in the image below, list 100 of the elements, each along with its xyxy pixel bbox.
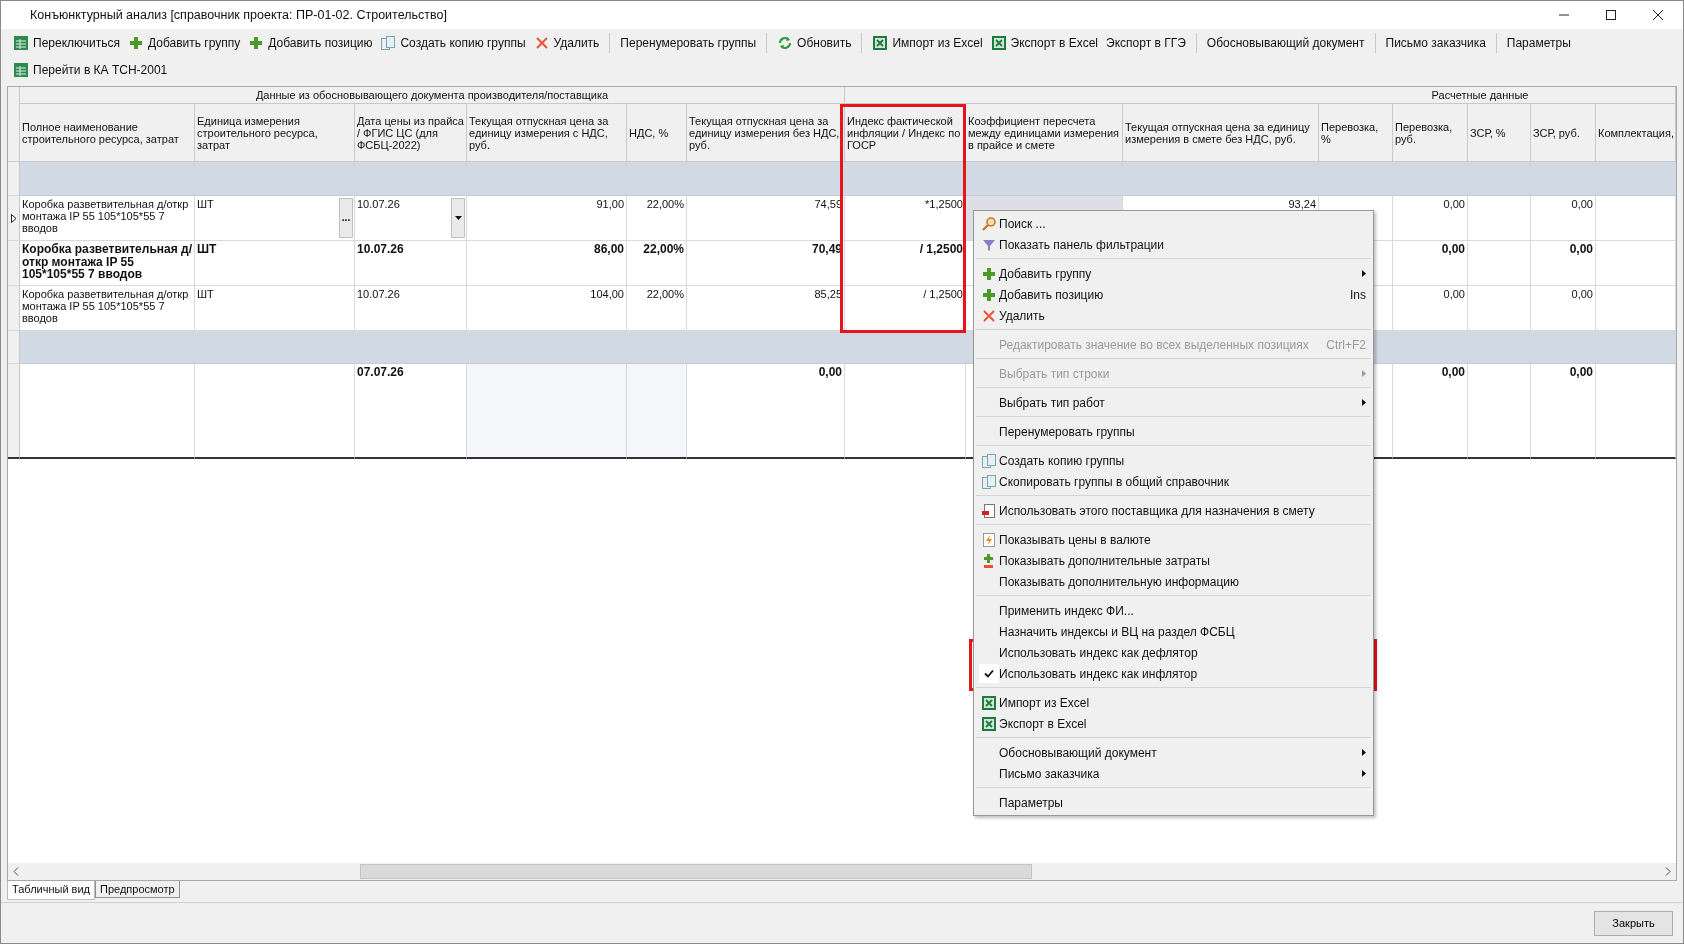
menu-item[interactable]: Использовать индекс как дефлятор (974, 642, 1373, 663)
column-header[interactable]: Текущая отпускная цена за единицу измерения с НДС, руб. (467, 104, 627, 162)
column-header[interactable]: ЗСР, % (1468, 104, 1531, 162)
spreadsheet-x-icon (990, 34, 1007, 51)
column-header[interactable]: Перевозка, руб. (1393, 104, 1468, 162)
menu-item[interactable]: Импорт из Excel (974, 692, 1373, 713)
toolbar-button[interactable]: Обновить (773, 30, 856, 55)
table-cell: 22,00% (627, 241, 687, 286)
column-header[interactable]: Индекс фактической инфляции / Индекс по ГОСР (845, 104, 966, 162)
column-header[interactable]: Комплектация, (1596, 104, 1676, 162)
table-cell: 0,00 (1531, 364, 1596, 459)
caret-icon (454, 216, 462, 220)
column-header[interactable]: Текущая отпускная цена за единицу измерения без НДС, руб. (687, 104, 845, 162)
column-group-header: Данные из обосновывающего документа производителя/поставщика (20, 87, 845, 104)
table-cell: 0,00 (1393, 364, 1468, 459)
column-header[interactable]: Полное наименование строительного ресурса, затрат (20, 104, 195, 162)
table-cell: ШТ (195, 241, 355, 286)
menu-item[interactable]: Добавить позицию Ins (974, 284, 1373, 305)
menu-item[interactable]: Использовать индекс как инфлятор (974, 663, 1373, 684)
table-cell: 0,00 (1393, 241, 1468, 286)
empty-cell (1468, 241, 1531, 286)
horizontal-scrollbar[interactable] (8, 863, 1676, 880)
submenu-arrow-icon (1362, 270, 1366, 277)
plus-icon (128, 34, 144, 51)
document-bolt-icon (981, 531, 997, 548)
toolbar-button[interactable]: Переключиться (9, 30, 124, 55)
copy-icon (981, 473, 997, 490)
menu-item[interactable]: Выбрать тип работ (974, 392, 1373, 413)
menu-item[interactable]: Письмо заказчика (974, 763, 1373, 784)
window-title: Конъюнктурный анализ [справочник проекта: ПР-01-02. Строительство] (30, 8, 447, 22)
column-header[interactable]: Перевозка, % (1319, 104, 1393, 162)
view-tab[interactable]: Табличный вид (7, 881, 96, 900)
scrollbar-thumb[interactable] (360, 864, 1032, 879)
toolbar-button[interactable]: Перейти в КА ТСН-2001 (9, 57, 172, 82)
menu-item[interactable]: Назначить индексы и ВЦ на раздел ФСБЦ (974, 621, 1373, 642)
column-group-header: Расчетные данные (845, 87, 1676, 104)
table-cell: 86,00 (467, 241, 627, 286)
ellipsis-button[interactable]: ... (339, 198, 353, 238)
column-header[interactable]: НДС, % (627, 104, 687, 162)
submenu-arrow-icon (1362, 749, 1366, 756)
table-cell: 0,00 (1531, 241, 1596, 286)
spreadsheet-x-icon (981, 715, 997, 732)
cell-text: 10.07.26 (357, 198, 400, 210)
table-cell: 0,00 (687, 364, 845, 459)
table-cell: 91,00 (467, 196, 627, 241)
toolbar-button[interactable]: Обосновывающий документ (1202, 30, 1369, 55)
column-header[interactable]: Единица измерения строительного ресурса, затрат (195, 104, 355, 162)
dropdown-button[interactable] (451, 198, 465, 238)
plus-icon (981, 286, 997, 303)
cell-text: ШТ (197, 198, 214, 210)
scroll-right-icon[interactable] (1665, 867, 1671, 876)
menu-item[interactable]: Удалить (974, 305, 1373, 326)
submenu-arrow-icon (1362, 770, 1366, 777)
column-header[interactable]: ЗСР, руб. (1531, 104, 1596, 162)
menu-item[interactable]: Перенумеровать группы (974, 421, 1373, 442)
close-icon[interactable] (1652, 9, 1664, 21)
view-tab[interactable]: Предпросмотр (95, 881, 180, 898)
cross-icon (981, 307, 997, 324)
scroll-left-icon[interactable] (13, 867, 19, 876)
menu-item[interactable]: Применить индекс ФИ... (974, 600, 1373, 621)
spreadsheet-x-icon (981, 694, 997, 711)
spreadsheet-x-icon (872, 34, 889, 51)
current-row-icon (10, 213, 17, 223)
row-header[interactable] (8, 196, 20, 241)
menu-item[interactable]: Создать копию группы (974, 450, 1373, 471)
toolbar-button[interactable]: Параметры (1502, 30, 1575, 55)
menu-item[interactable]: Показывать дополнительную информацию (974, 571, 1373, 592)
menu-item[interactable]: Добавить группу (974, 263, 1373, 284)
copy-icon (981, 452, 997, 469)
empty-cell (1468, 196, 1531, 241)
table-cell: Коробка разветвительная д/откр монтажа IP 55 105*105*55 7 вводов (20, 241, 195, 286)
submenu-arrow-icon (1362, 370, 1366, 377)
toolbar-button[interactable]: Удалить (529, 30, 604, 55)
plus-icon (248, 34, 265, 51)
toolbar-button[interactable]: Перенумеровать группы (616, 30, 761, 55)
table-cell: 0,00 (1393, 196, 1468, 241)
column-header[interactable]: Дата цены из прайса / ФГИС ЦС (для ФСБЦ-2022) (355, 104, 467, 162)
menu-item[interactable]: Показывать цены в валюте (974, 529, 1373, 550)
copy-icon (380, 34, 397, 51)
table-cell: / 1,2500 (845, 241, 966, 286)
column-header[interactable]: Текущая отпускная цена за единицу измерения в смете без НДС, руб. (1123, 104, 1319, 162)
toolbar-button[interactable]: Импорт из Excel (868, 30, 987, 55)
toolbar-button[interactable]: Создать копию группы (376, 30, 530, 55)
maximize-icon[interactable] (1605, 9, 1617, 21)
toolbar-button[interactable]: Письмо заказчика (1381, 30, 1490, 55)
toolbar-button[interactable]: Экспорт в ГГЭ (1102, 30, 1190, 55)
table-cell: / 1,2500 (845, 286, 966, 331)
toolbar-button[interactable]: Экспорт в Excel (986, 30, 1103, 55)
toolbar-button[interactable]: Добавить группу (124, 30, 245, 55)
close-button[interactable]: Закрыть (1594, 910, 1673, 936)
menu-item[interactable]: Использовать этого поставщика для назначения в смету (974, 500, 1373, 521)
menu-item[interactable]: Скопировать группы в общий справочник (974, 471, 1373, 492)
spreadsheet-icon (13, 61, 29, 78)
menu-item[interactable]: Обосновывающий документ (974, 742, 1373, 763)
menu-item[interactable]: Параметры (974, 792, 1373, 813)
plus-icon (981, 265, 997, 282)
toolbar-button[interactable]: Добавить позицию (244, 30, 377, 55)
column-header[interactable]: Коэффициент пересчета между единицами измерения в прайсе и смете (966, 104, 1123, 162)
menu-item[interactable]: Показывать дополнительные затраты (974, 550, 1373, 571)
menu-item[interactable]: Экспорт в Excel (974, 713, 1373, 734)
